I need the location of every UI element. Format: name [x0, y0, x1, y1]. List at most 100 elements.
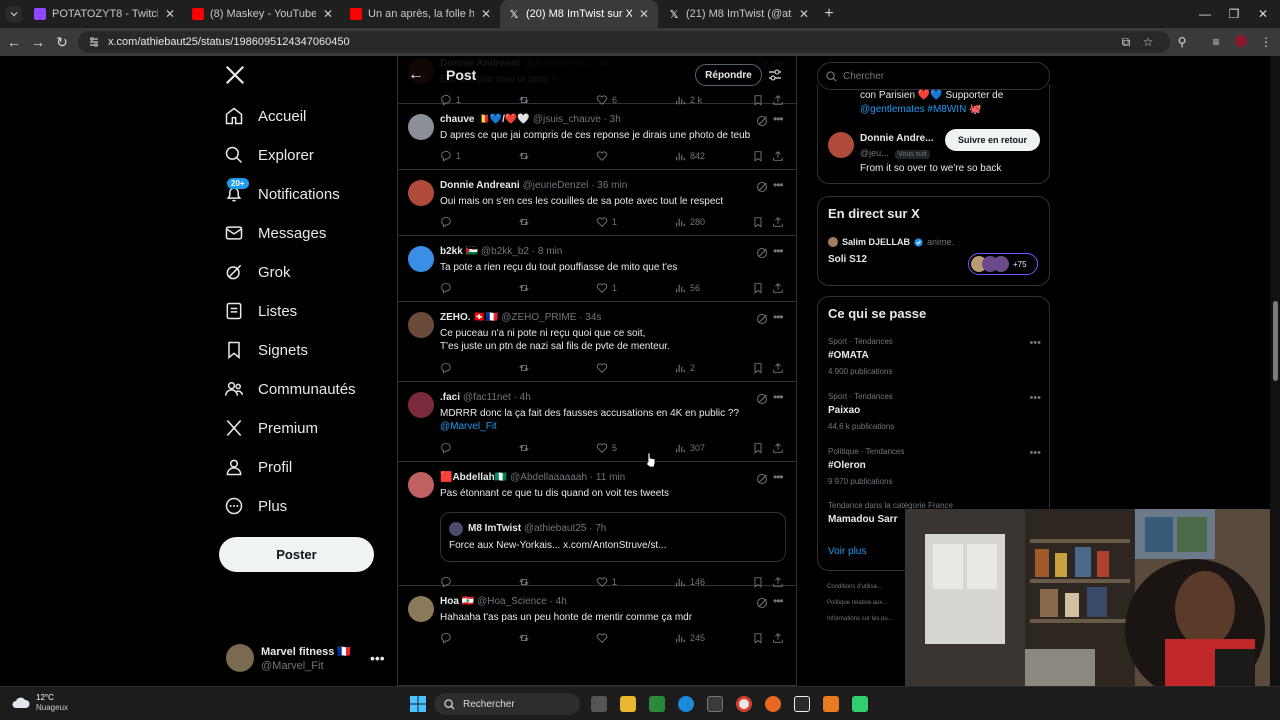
views-button[interactable]: 280 — [674, 216, 705, 228]
tweet[interactable]: .faci @fac11net · 4h ••• MDRRR donc la ç… — [398, 382, 796, 462]
avatar[interactable] — [408, 246, 434, 272]
browser-tab[interactable]: Un an après, la folle histoire de ✕ — [342, 0, 500, 28]
retweet-button[interactable] — [518, 632, 534, 644]
minimize-icon[interactable]: — — [1196, 5, 1214, 23]
more-dots-icon[interactable]: ••• — [773, 390, 784, 404]
bookmark-star-icon[interactable]: ☆ — [1140, 34, 1156, 50]
store-icon[interactable] — [707, 696, 723, 712]
url-field[interactable]: x.com/athiebaut25/status/198609512434706… — [78, 31, 1170, 53]
avatar[interactable] — [408, 392, 434, 418]
site-info-icon[interactable] — [88, 36, 100, 48]
author-name[interactable]: ZEHO. 🇨🇭🇫🇷 — [440, 312, 498, 323]
sidebar-item-premium[interactable]: Premium — [224, 413, 318, 443]
views-button[interactable]: 245 — [674, 632, 705, 644]
new-tab-button[interactable]: + — [820, 5, 838, 23]
bookmark-button[interactable] — [752, 216, 764, 228]
share-button[interactable] — [772, 216, 784, 228]
more-dots-icon[interactable]: ••• — [370, 650, 385, 666]
avatar[interactable] — [408, 180, 434, 206]
retweet-button[interactable] — [518, 362, 534, 374]
bookmark-button[interactable] — [752, 632, 764, 644]
author-name[interactable]: chauve 🇧🇪💙/❤️🤍 — [440, 114, 530, 125]
page-scrollbar[interactable] — [1270, 56, 1280, 686]
tab-search-button[interactable] — [6, 6, 22, 22]
like-button[interactable]: 5 — [596, 442, 617, 454]
grok-explain-icon[interactable] — [756, 393, 768, 405]
reload-icon[interactable]: ↻ — [54, 34, 70, 50]
share-button[interactable] — [772, 362, 784, 374]
author-name[interactable]: 🟥Abdellah🇳🇬 — [440, 472, 507, 483]
nvidia-icon[interactable] — [649, 696, 665, 712]
close-icon[interactable]: ✕ — [638, 7, 650, 21]
reply-button[interactable] — [440, 362, 456, 374]
bookmark-button[interactable] — [752, 282, 764, 294]
bookmark-button[interactable] — [752, 150, 764, 162]
vlc-icon[interactable] — [823, 696, 839, 712]
post-button[interactable]: Poster — [219, 537, 374, 572]
grok-icon-wrap[interactable] — [756, 597, 768, 609]
trend-item[interactable]: Sport · Tendances Paixao 44,6 k publicat… — [828, 392, 1043, 431]
like-button[interactable]: 1 — [596, 216, 617, 228]
like-button[interactable] — [596, 362, 612, 374]
avatar[interactable] — [408, 472, 434, 498]
tweet[interactable]: Donnie Andreani @jeuneDenzel · 36 min ••… — [398, 170, 796, 236]
see-more-link[interactable]: Voir plus — [828, 546, 866, 557]
close-icon[interactable]: ✕ — [480, 7, 492, 21]
forward-icon[interactable]: → — [30, 34, 46, 50]
tweet[interactable]: ZEHO. 🇨🇭🇫🇷 @ZEHO_PRIME · 34s ••• Ce puce… — [398, 302, 796, 382]
sidebar-item-notifications[interactable]: 20+ Notifications — [224, 178, 340, 209]
more-dots-icon[interactable]: ••• — [773, 310, 784, 324]
sidebar-item-lists[interactable]: Listes — [224, 296, 297, 326]
avatar[interactable] — [828, 132, 854, 158]
sidebar-item-home[interactable]: Accueil — [224, 101, 306, 131]
app-icon[interactable] — [852, 696, 868, 712]
like-button[interactable] — [596, 632, 612, 644]
reply-button[interactable] — [440, 216, 456, 228]
close-icon[interactable]: ✕ — [322, 7, 334, 21]
views-button[interactable]: 307 — [674, 442, 705, 454]
mention-link[interactable]: @Marvel_Fit — [440, 421, 497, 432]
taskbar-search[interactable]: Rechercher — [434, 693, 580, 715]
browser-tab[interactable]: 𝕏 (21) M8 ImTwist (@athiebaut25 ✕ — [660, 0, 818, 28]
more-dots-icon[interactable]: ••• — [1029, 392, 1041, 404]
close-icon[interactable]: ✕ — [798, 7, 810, 21]
grok-explain-icon[interactable] — [756, 247, 768, 259]
back-arrow-icon[interactable]: ← — [408, 66, 424, 84]
author-name[interactable]: b2kk 🇵🇸 — [440, 246, 478, 257]
more-dots-icon[interactable]: ••• — [773, 470, 784, 484]
more-dots-icon[interactable]: ••• — [1029, 447, 1041, 459]
share-button[interactable] — [772, 150, 784, 162]
sidebar-item-profile[interactable]: Profil — [224, 452, 292, 482]
close-window-icon[interactable]: ✕ — [1254, 5, 1272, 23]
tweet[interactable]: Hoa 🇱🇧 @Hoa_Science · 4h ••• Hahaaha t'a… — [398, 586, 796, 686]
extensions-icon[interactable]: ⚲ — [1174, 34, 1190, 50]
views-button[interactable]: 56 — [674, 282, 700, 294]
follow-back-button[interactable]: Suivre en retour — [945, 129, 1040, 151]
reply-button[interactable] — [440, 442, 456, 454]
author-name[interactable]: .faci — [440, 392, 460, 403]
footer-link[interactable]: Conditions d'utilisa... — [827, 584, 882, 590]
tweet[interactable]: chauve 🇧🇪💙/❤️🤍 @jsuis_chauve · 3h ••• D … — [398, 104, 796, 170]
bookmark-button[interactable] — [752, 362, 764, 374]
grok-explain-icon[interactable] — [756, 473, 768, 485]
author-name[interactable]: Donnie Andreani — [440, 180, 520, 191]
restore-icon[interactable]: ❐ — [1225, 5, 1243, 23]
browser-menu-icon[interactable]: ⋮ — [1258, 34, 1274, 50]
retweet-button[interactable] — [518, 282, 534, 294]
tweet[interactable]: b2kk 🇵🇸 @b2kk_b2 · 8 min ••• Ta pote a r… — [398, 236, 796, 302]
windows-start-icon[interactable] — [410, 696, 426, 712]
reply-button[interactable]: 1 — [440, 150, 461, 162]
footer-link[interactable]: Politique relative aux... — [827, 600, 887, 606]
filter-icon[interactable] — [768, 68, 782, 82]
avatar[interactable] — [408, 114, 434, 140]
trend-item[interactable]: Sport · Tendances #OMATA 4 900 publicati… — [828, 337, 1043, 376]
more-dots-icon[interactable]: ••• — [773, 594, 784, 608]
sidebar-item-bookmarks[interactable]: Signets — [224, 335, 308, 365]
trend-item[interactable]: Politique · Tendances #Oleron 9 970 publ… — [828, 447, 1043, 486]
grok-icon-wrap[interactable] — [756, 473, 768, 485]
views-button[interactable]: 2 — [674, 362, 695, 374]
browser-tab[interactable]: (8) Maskey - YouTube ✕ — [184, 0, 342, 28]
grok-icon-wrap[interactable] — [756, 247, 768, 259]
reading-list-icon[interactable]: ≡ — [1208, 34, 1224, 50]
grok-icon-wrap[interactable] — [756, 313, 768, 325]
